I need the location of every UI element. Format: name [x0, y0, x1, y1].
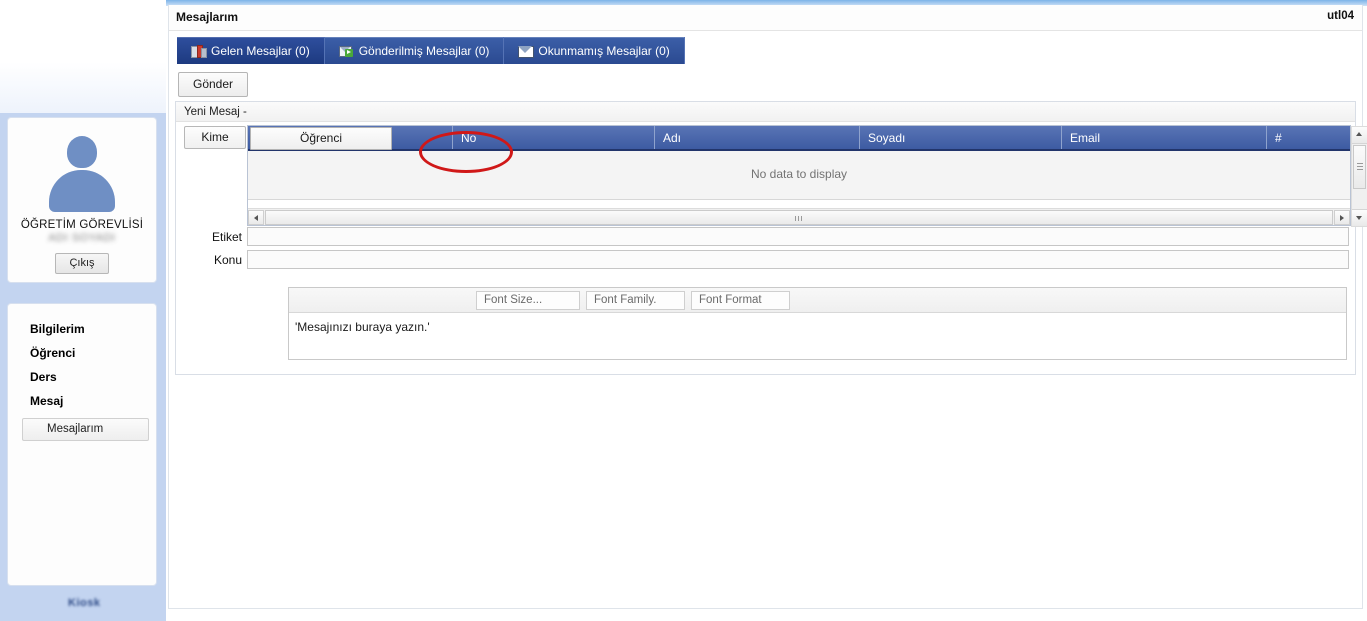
- konu-input[interactable]: [247, 250, 1349, 269]
- editor-toolbar: Font Size... Font Family. Font Format: [289, 288, 1346, 313]
- etiket-row: Etiket: [176, 227, 1355, 247]
- main-frame: Mesajlarım utl04 Gelen Mesajlar (0) Gönd…: [168, 5, 1367, 609]
- main-content: Mesajlarım utl04 Gelen Mesajlar (0) Gönd…: [166, 0, 1367, 621]
- tab-label: Okunmamış Mesajlar (0): [538, 43, 670, 58]
- tab-gelen-mesajlar[interactable]: Gelen Mesajlar (0): [177, 37, 325, 64]
- grid-body: No data to display: [248, 151, 1350, 200]
- horizontal-scroll-thumb[interactable]: [265, 209, 1333, 225]
- sent-mail-icon: [338, 45, 353, 57]
- grid-horizontal-scrollbar[interactable]: [248, 208, 1350, 225]
- page-title: Mesajlarım: [176, 10, 239, 24]
- grid-col-soyadi[interactable]: Soyadı: [860, 126, 1062, 149]
- konu-row: Konu: [176, 250, 1355, 270]
- sidebar-item-ders[interactable]: Ders: [8, 365, 156, 389]
- user-avatar-icon: [45, 136, 119, 212]
- font-format-select[interactable]: Font Format: [691, 290, 790, 310]
- scroll-right-arrow-icon[interactable]: [1334, 209, 1350, 225]
- new-message-panel: Yeni Mesaj - Kime Öğrenci No Adı Soyadı …: [175, 101, 1367, 375]
- scroll-up-arrow-icon[interactable]: [1352, 127, 1367, 144]
- grid-col-select[interactable]: Öğrenci: [248, 126, 453, 150]
- recipient-grid: Öğrenci No Adı Soyadı Email # No data to…: [247, 125, 1367, 227]
- scroll-left-arrow-icon[interactable]: [248, 209, 264, 225]
- user-role-label: ÖĞRETİM GÖREVLİSİ: [20, 219, 144, 231]
- konu-label: Konu: [213, 253, 242, 267]
- sidebar: ÖĞRETİM GÖREVLİSİ ADI SOYADI Çıkış Bilgi…: [0, 0, 166, 621]
- sidebar-submenu: Mesajlarım: [22, 418, 149, 441]
- recipient-label-button[interactable]: Kime: [184, 126, 246, 149]
- sidebar-item-bilgilerim[interactable]: Bilgilerim: [8, 317, 156, 341]
- tab-okunmamis-mesajlar[interactable]: Okunmamış Mesajlar (0): [504, 37, 685, 64]
- brand-logo: Kiosk: [68, 597, 101, 609]
- sidebar-top-spacer: [0, 0, 166, 113]
- grid-header-row: Öğrenci No Adı Soyadı Email #: [248, 126, 1350, 151]
- grid-col-hash[interactable]: #: [1267, 126, 1332, 149]
- scroll-down-arrow-icon[interactable]: [1352, 209, 1367, 226]
- etiket-input[interactable]: [247, 227, 1349, 246]
- tab-gonderilmis-mesajlar[interactable]: Gönderilmiş Mesajlar (0): [325, 37, 505, 64]
- sidebar-item-ogrenci[interactable]: Öğrenci: [8, 341, 156, 365]
- inbox-icon: [191, 44, 207, 58]
- tab-label: Gönderilmiş Mesajlar (0): [358, 43, 490, 58]
- user-name-label: ADI SOYADI: [48, 232, 116, 244]
- unread-mail-icon: [518, 45, 535, 58]
- grid-empty-message: No data to display: [750, 167, 848, 181]
- recipient-type-button[interactable]: Öğrenci: [250, 127, 392, 150]
- send-button[interactable]: Gönder: [178, 72, 249, 97]
- font-size-select[interactable]: Font Size...: [476, 290, 580, 310]
- user-panel: ÖĞRETİM GÖREVLİSİ ADI SOYADI Çıkış: [7, 117, 157, 283]
- page-header: Mesajlarım utl04: [169, 5, 1362, 31]
- user-code-label: utl04: [1327, 10, 1354, 22]
- font-family-select[interactable]: Font Family.: [586, 290, 685, 310]
- message-tabs: Gelen Mesajlar (0) Gönderilmiş Mesajlar …: [177, 37, 685, 64]
- grid-col-adi[interactable]: Adı: [655, 126, 860, 149]
- tab-label: Gelen Mesajlar (0): [211, 43, 310, 58]
- message-body-input[interactable]: 'Mesajınızı buraya yazın.': [289, 313, 1346, 359]
- grid-vertical-scrollbar[interactable]: [1351, 126, 1367, 227]
- grid-col-no[interactable]: No: [453, 126, 655, 149]
- sidebar-item-mesajlarim[interactable]: Mesajlarım: [23, 419, 148, 440]
- etiket-label: Etiket: [211, 230, 242, 244]
- logout-button[interactable]: Çıkış: [55, 253, 109, 274]
- vertical-scroll-thumb[interactable]: [1353, 145, 1366, 189]
- grid-col-email[interactable]: Email: [1062, 126, 1267, 149]
- message-editor: Font Size... Font Family. Font Format 'M…: [288, 287, 1347, 360]
- recipient-row: Kime Öğrenci No Adı Soyadı Email # No da…: [176, 122, 1367, 232]
- sidebar-nav: Bilgilerim Öğrenci Ders Mesaj Mesajlarım: [7, 303, 157, 586]
- sidebar-item-mesaj[interactable]: Mesaj: [8, 389, 156, 413]
- new-message-title: Yeni Mesaj -: [176, 102, 1355, 122]
